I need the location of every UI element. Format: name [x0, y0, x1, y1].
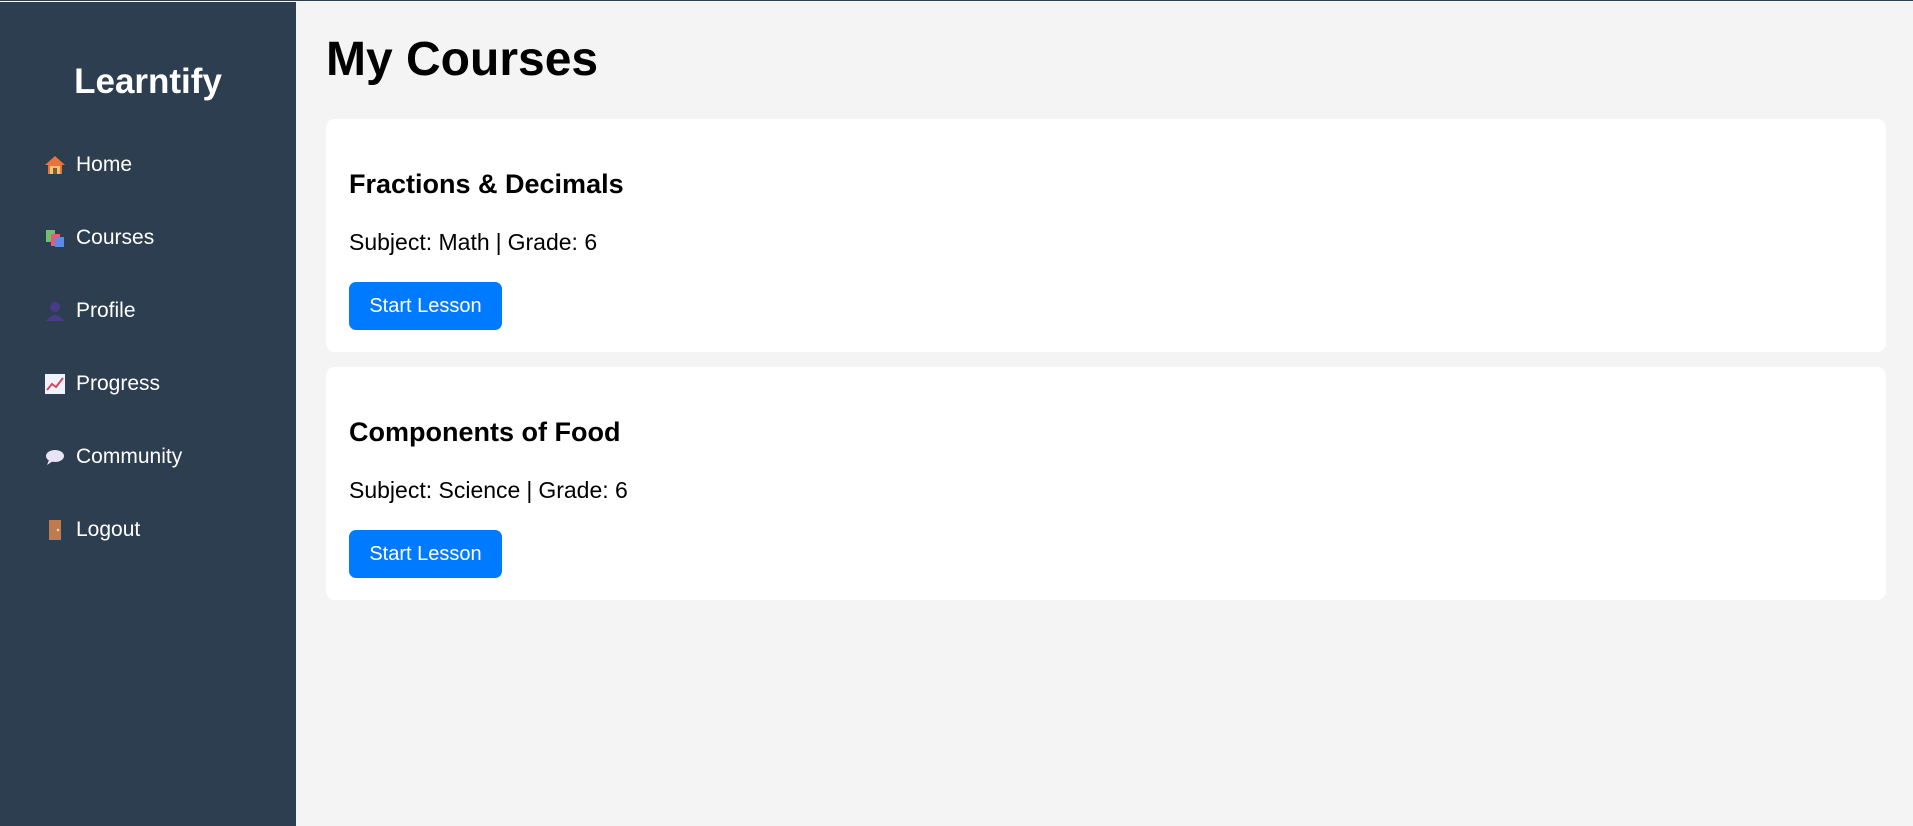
- start-lesson-button[interactable]: Start Lesson: [349, 282, 502, 330]
- sidebar-item-label: Home: [76, 153, 133, 176]
- sidebar-item-progress[interactable]: Progress: [44, 364, 160, 404]
- user-icon: [44, 300, 66, 322]
- sidebar: Learntify Home Courses Profile Progress …: [0, 2, 296, 826]
- course-title: Components of Food: [349, 417, 621, 447]
- sidebar-item-label: Profile: [76, 299, 136, 322]
- chart-icon: [44, 373, 66, 395]
- course-grade: Grade: 6: [538, 477, 628, 503]
- main-content: My Courses Fractions & Decimals Subject:…: [296, 2, 1913, 826]
- course-title: Fractions & Decimals: [349, 169, 624, 199]
- start-lesson-button[interactable]: Start Lesson: [349, 530, 502, 578]
- meta-separator: |: [495, 229, 502, 255]
- sidebar-item-label: Community: [76, 445, 183, 468]
- sidebar-item-home[interactable]: Home: [44, 145, 132, 185]
- door-icon: [44, 519, 66, 541]
- books-icon: [44, 227, 66, 249]
- sidebar-item-logout[interactable]: Logout: [44, 510, 140, 550]
- course-meta: Subject: Math | Grade: 6: [349, 229, 597, 256]
- sidebar-item-label: Logout: [76, 518, 141, 541]
- course-grade: Grade: 6: [507, 229, 598, 255]
- course-card: Components of Food Subject: Science | Grad…: [326, 367, 1886, 600]
- page-title: My Courses: [326, 33, 599, 86]
- sidebar-item-courses[interactable]: Courses: [44, 218, 154, 258]
- course-subject: Subject: Math: [349, 229, 490, 255]
- speech-bubble-icon: [44, 446, 66, 468]
- sidebar-item-label: Progress: [76, 372, 161, 395]
- sidebar-item-profile[interactable]: Profile: [44, 291, 136, 331]
- course-card: Fractions & Decimals Subject: Math | Grade…: [326, 119, 1886, 352]
- meta-separator: |: [526, 477, 533, 503]
- sidebar-item-community[interactable]: Community: [44, 437, 182, 477]
- sidebar-item-label: Courses: [76, 226, 155, 249]
- house-icon: [44, 154, 66, 176]
- app-logo: Learntify: [74, 62, 222, 101]
- course-meta: Subject: Science | Grade: 6: [349, 477, 628, 504]
- course-subject: Subject: Science: [349, 477, 521, 503]
